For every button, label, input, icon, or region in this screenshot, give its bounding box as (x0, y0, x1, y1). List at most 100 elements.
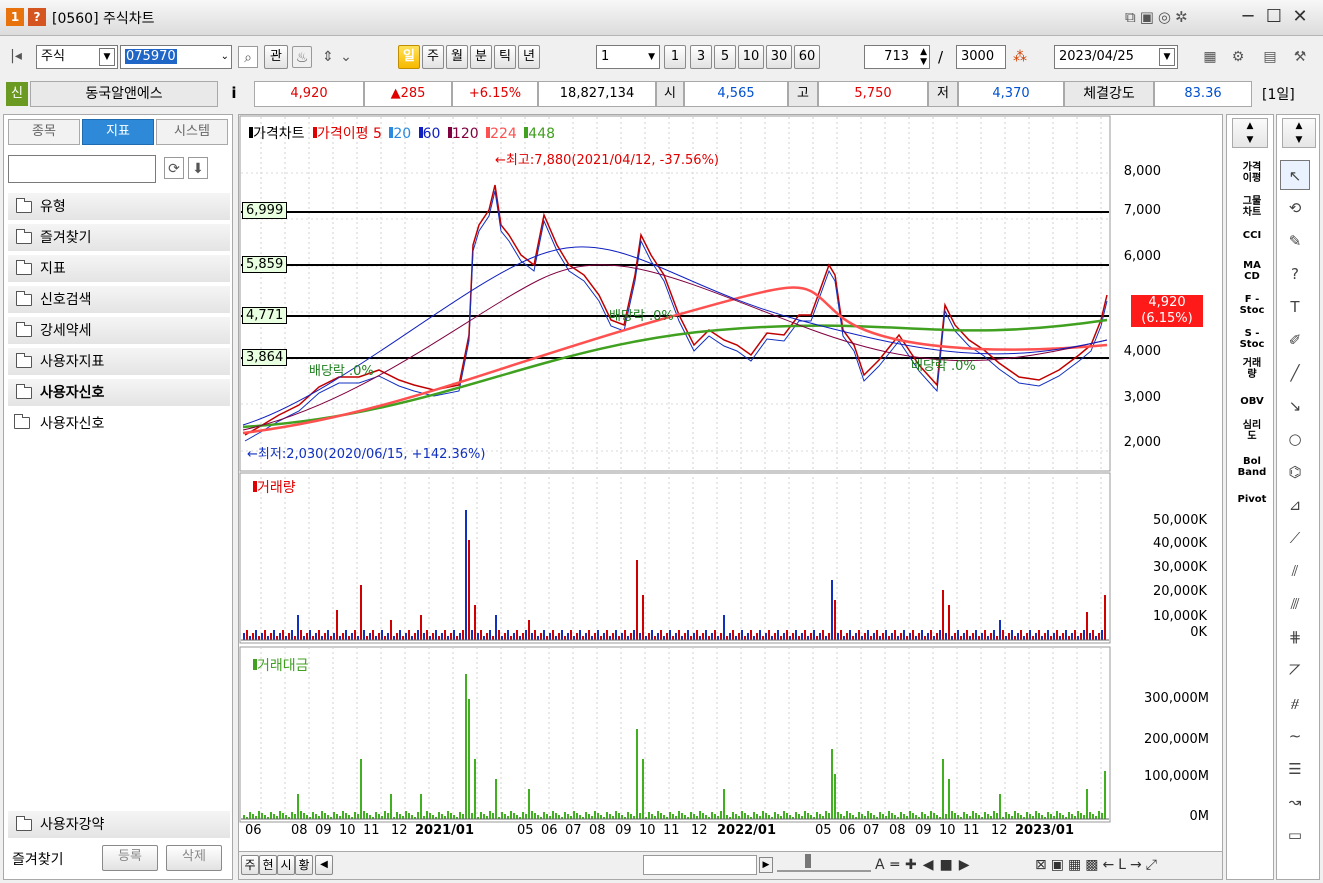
save-icon[interactable]: ▣ (1051, 857, 1068, 873)
date-input[interactable]: 2023/04/25 ▼ (1054, 45, 1178, 69)
circle-icon[interactable]: ○ (1280, 424, 1310, 454)
nav-glyph[interactable]: ═ (891, 857, 905, 873)
line-icon[interactable]: ╱ (1280, 358, 1310, 388)
chevron-down-icon[interactable]: ⌄ (336, 46, 356, 68)
excel-icon[interactable]: ⊠ (1035, 857, 1051, 873)
minimize-button[interactable]: ─ (1236, 6, 1260, 27)
erase-all-icon[interactable]: ✎ (1280, 226, 1310, 256)
brush-icon[interactable]: ✐ (1280, 325, 1310, 355)
gear-icon[interactable]: ⚙ (1228, 46, 1248, 68)
scroll-up-down-icon[interactable]: ▲ ▼ (1232, 118, 1268, 148)
preset-3-button[interactable]: 3 (690, 45, 712, 69)
expand-icon[interactable]: ⤢ (1146, 857, 1161, 873)
cross-icon[interactable]: ⧣ (1280, 688, 1310, 718)
nav-glyph[interactable]: ◀ (923, 857, 940, 873)
search-icon[interactable]: ⌕ (238, 46, 258, 68)
bottom-button[interactable]: 황 (295, 855, 313, 875)
folder-type[interactable]: 유형 (8, 193, 230, 221)
zoom-slider[interactable] (777, 854, 871, 872)
folder-signal-search[interactable]: 신호검색 (8, 286, 230, 314)
indicator-search-input[interactable] (8, 155, 156, 183)
preset-30-button[interactable]: 30 (766, 45, 792, 69)
letter-l-icon[interactable]: L (1118, 857, 1130, 873)
fan-icon[interactable]: ⫽ (1280, 556, 1310, 586)
tab-indicators[interactable]: 지표 (82, 119, 154, 145)
bell-icon[interactable]: ♨ (292, 46, 312, 68)
indicator-button[interactable]: 그물 차트 (1232, 196, 1272, 218)
folder-user-signals[interactable]: 사용자신호 (8, 379, 230, 407)
tab-system[interactable]: 시스템 (156, 119, 228, 145)
interval-select[interactable]: 1 ▼ (596, 45, 660, 69)
indicator-button[interactable]: MA CD (1232, 260, 1272, 282)
market-select[interactable]: 주식 ▼ (36, 45, 118, 69)
pointer-icon[interactable]: ↖ (1280, 160, 1310, 190)
delete-button[interactable]: 삭제 (166, 845, 222, 871)
subitem-user-signal[interactable]: 사용자신호 (14, 413, 104, 433)
bottom-button[interactable]: 현 (259, 855, 277, 875)
nav-glyph[interactable]: A (875, 857, 891, 873)
indicator-button[interactable]: Bol Band (1232, 456, 1272, 478)
zoom-slider-handle[interactable] (805, 854, 811, 868)
count-max-input[interactable]: 3000 (956, 45, 1006, 69)
indicator-button[interactable]: OBV (1232, 396, 1272, 407)
chart-area[interactable]: 가격차트 가격이평 5 20 60 120 224 448 ←최고:7,880(… (238, 114, 1223, 880)
period-minute-button[interactable]: 분 (470, 45, 492, 69)
register-button[interactable]: 등록 (102, 845, 158, 871)
level-icon[interactable]: ☰ (1280, 754, 1310, 784)
dots-settings-icon[interactable]: ⁂ (1010, 46, 1030, 68)
channel-icon[interactable]: ⊿ (1280, 490, 1310, 520)
window-icon[interactable]: ▭ (1280, 820, 1310, 850)
indicator-button[interactable]: 가격 이평 (1232, 162, 1272, 184)
title-tool-icons[interactable]: ⧉▣◎✲ (1125, 8, 1192, 26)
link-icon[interactable]: ⧉ (1125, 8, 1140, 26)
bottom-tool-icons[interactable]: ⊠▣▦▩←L→⤢ (1035, 857, 1161, 873)
folder-strength[interactable]: 강세약세 (8, 317, 230, 345)
indicator-button[interactable]: F - Stoc (1232, 294, 1272, 316)
grid-line-icon[interactable]: ⦢ (1280, 655, 1310, 685)
updown-icon[interactable]: ⇕ (318, 46, 338, 68)
period-tick-button[interactable]: 틱 (494, 45, 516, 69)
period-week-button[interactable]: 주 (422, 45, 444, 69)
period-year-button[interactable]: 년 (518, 45, 540, 69)
parallel-icon[interactable]: ⫻ (1280, 589, 1310, 619)
bottom-button[interactable]: 주 (241, 855, 259, 875)
arrow-right-icon[interactable]: → (1130, 857, 1146, 873)
info-button[interactable]: i (222, 82, 246, 106)
count-input[interactable]: 713 ▲ ▼ (864, 45, 930, 69)
chevron-down-icon[interactable]: ▼ (1159, 48, 1175, 66)
folder-user-indicators[interactable]: 사용자지표 (8, 348, 230, 376)
nav-glyph[interactable]: ✚ (905, 857, 923, 873)
fibo-icon[interactable]: ⌬ (1280, 457, 1310, 487)
bottom-button[interactable]: 시 (277, 855, 295, 875)
indicator-button[interactable]: 거래 량 (1232, 358, 1272, 380)
scrollbar-track[interactable] (643, 855, 757, 875)
arrow-left-icon[interactable]: ← (1102, 857, 1118, 873)
chevron-down-icon[interactable]: ▼ (648, 46, 655, 68)
first-icon[interactable]: |◂ (6, 45, 26, 67)
download-icon[interactable]: ⬇ (188, 157, 208, 179)
nav-glyph[interactable]: ■ (940, 857, 959, 873)
text-icon[interactable]: T (1280, 292, 1310, 322)
gann-icon[interactable]: ⋕ (1280, 622, 1310, 652)
nav-glyphs[interactable]: A═✚◀■▶ (875, 857, 976, 873)
preset-1-button[interactable]: 1 (664, 45, 686, 69)
folder-favorites[interactable]: 즐겨찾기 (8, 224, 230, 252)
period-day-button[interactable]: 일 (398, 45, 420, 69)
arrow-line-icon[interactable]: ↘ (1280, 391, 1310, 421)
help-icon[interactable]: ? (1280, 259, 1310, 289)
nav-glyph[interactable]: ▶ (959, 857, 976, 873)
code-input[interactable]: 075970 ⌄ (120, 45, 232, 69)
scroll-up-down-icon[interactable]: ▲ ▼ (1282, 118, 1316, 148)
tab-stocks[interactable]: 종목 (8, 119, 80, 145)
folder-indicators[interactable]: 지표 (8, 255, 230, 283)
preset-10-button[interactable]: 10 (738, 45, 764, 69)
scroll-right-icon[interactable]: ▶ (759, 857, 773, 873)
chart-settings-icon[interactable]: ▦ (1200, 46, 1220, 68)
help-badge[interactable]: ? (28, 8, 46, 26)
tools-icon[interactable]: ⚒ (1290, 46, 1310, 68)
indicator-button[interactable]: CCI (1232, 230, 1272, 241)
maximize-button[interactable]: ☐ (1262, 6, 1286, 27)
camera-icon[interactable]: ◎ (1158, 8, 1175, 26)
save-icon[interactable]: ▤ (1260, 46, 1280, 68)
settings-icon[interactable]: ✲ (1175, 8, 1192, 26)
